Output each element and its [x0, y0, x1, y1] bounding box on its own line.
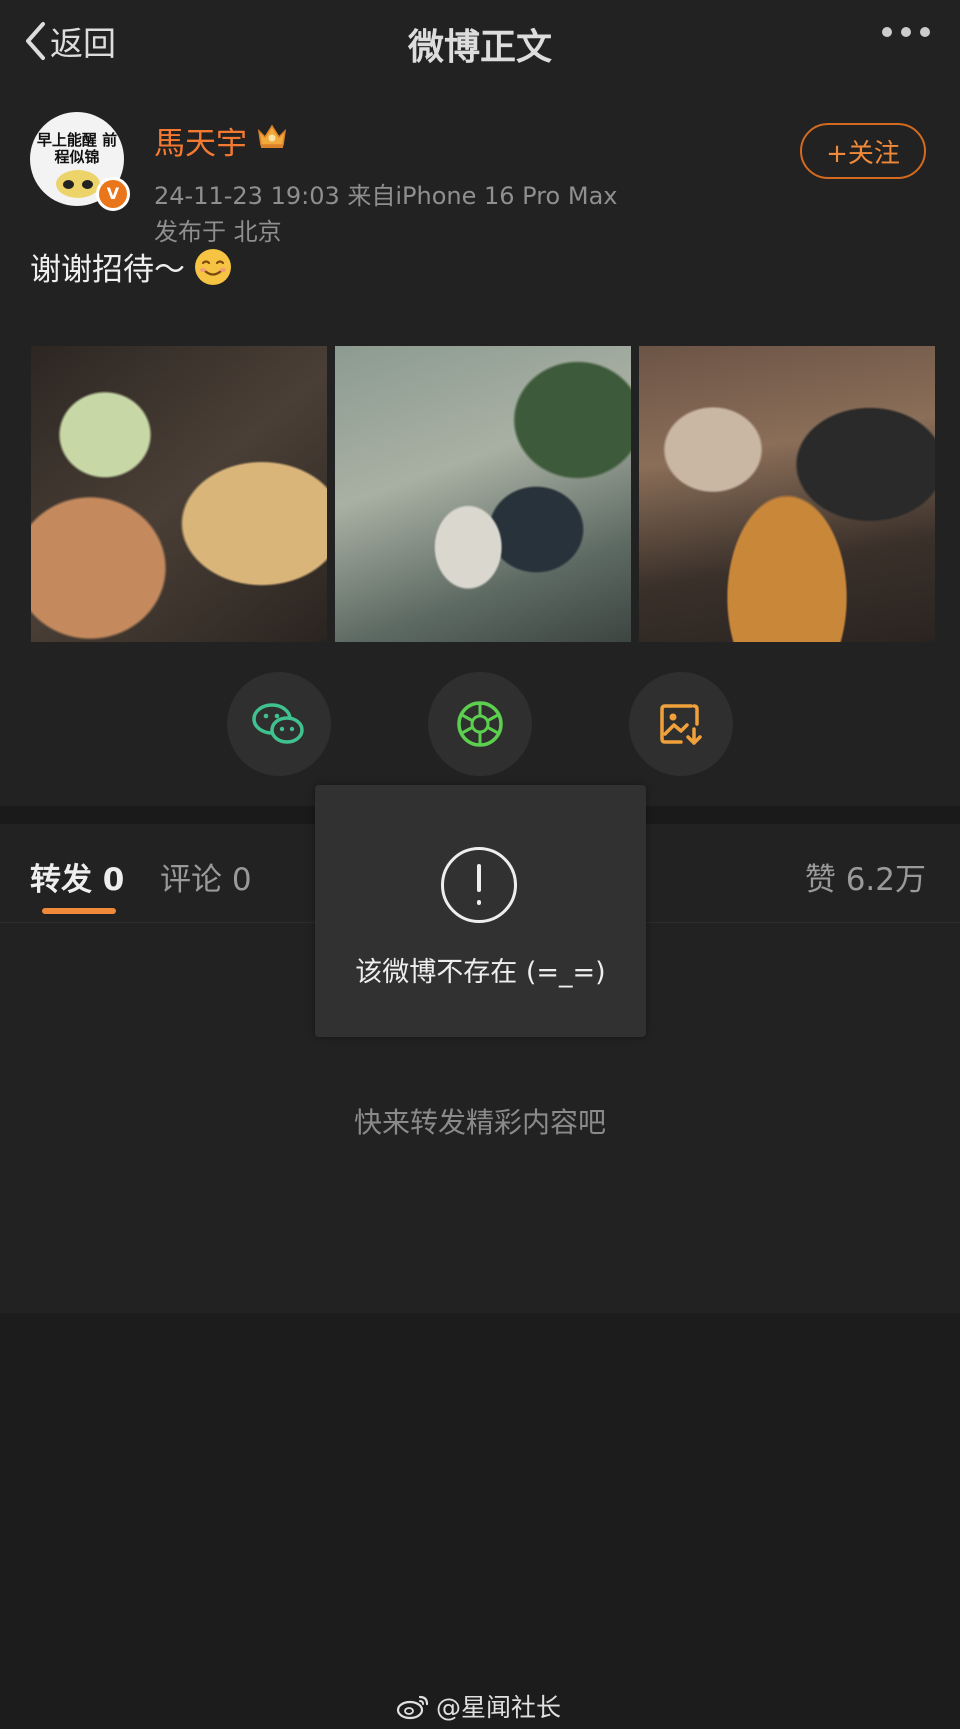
back-button[interactable]: 返回 — [24, 18, 116, 64]
watermark: @星闻社长 — [396, 1688, 561, 1724]
follow-button[interactable]: +关注 — [800, 123, 926, 179]
page-title: 微博正文 — [407, 27, 552, 68]
watermark-text: @星闻社长 — [436, 1693, 562, 1722]
avatar-text: 早上能醒 前程似锦 — [36, 131, 118, 166]
more-dot-icon — [920, 27, 930, 37]
photo-dinner-table[interactable] — [639, 346, 935, 642]
active-tab-indicator — [42, 908, 116, 914]
toast-message: 该微博不存在 (=_=) — [355, 957, 606, 988]
weibo-logo-icon — [396, 1695, 429, 1720]
post-meta: 24-11-23 19:03 来自iPhone 16 Pro Max — [154, 182, 618, 210]
avatar-face-icon — [56, 170, 100, 198]
share-moments-button[interactable] — [428, 672, 532, 776]
crown-icon — [257, 124, 287, 148]
more-options-button[interactable] — [882, 27, 930, 37]
save-image-button[interactable] — [629, 672, 733, 776]
moments-icon — [457, 701, 503, 747]
verified-badge: V — [96, 177, 130, 211]
post-location: 发布于 北京 — [154, 218, 282, 246]
back-label: 返回 — [50, 24, 116, 63]
chevron-left-icon — [26, 22, 45, 60]
save-image-icon — [660, 704, 702, 745]
post-text-content: 谢谢招待～ — [30, 252, 185, 288]
username[interactable]: 馬天宇 — [154, 118, 247, 163]
empty-state-text: 快来转发精彩内容吧 — [353, 1106, 606, 1139]
wechat-icon — [252, 703, 304, 744]
smile-emoji-icon — [195, 248, 231, 285]
post-text: 谢谢招待～ — [30, 244, 233, 289]
share-wechat-button[interactable] — [227, 672, 331, 776]
photo-two-people[interactable] — [335, 346, 631, 642]
more-dot-icon — [901, 27, 911, 37]
tab-like[interactable]: 赞 6.2万 — [805, 854, 926, 899]
photo-food-salad[interactable] — [31, 346, 327, 642]
tab-repost[interactable]: 转发 0 — [30, 854, 124, 899]
photo-grid — [31, 346, 935, 642]
post-card: 早上能醒 前程似锦 V 馬天宇 24-11-23 19:03 来自iPhone … — [0, 86, 960, 806]
error-toast: 该微博不存在 (=_=) — [315, 785, 646, 1037]
more-dot-icon — [882, 27, 892, 37]
top-bar: 返回 微博正文 — [0, 0, 960, 87]
tab-comment[interactable]: 评论 0 — [160, 854, 252, 899]
alert-icon — [441, 847, 517, 923]
